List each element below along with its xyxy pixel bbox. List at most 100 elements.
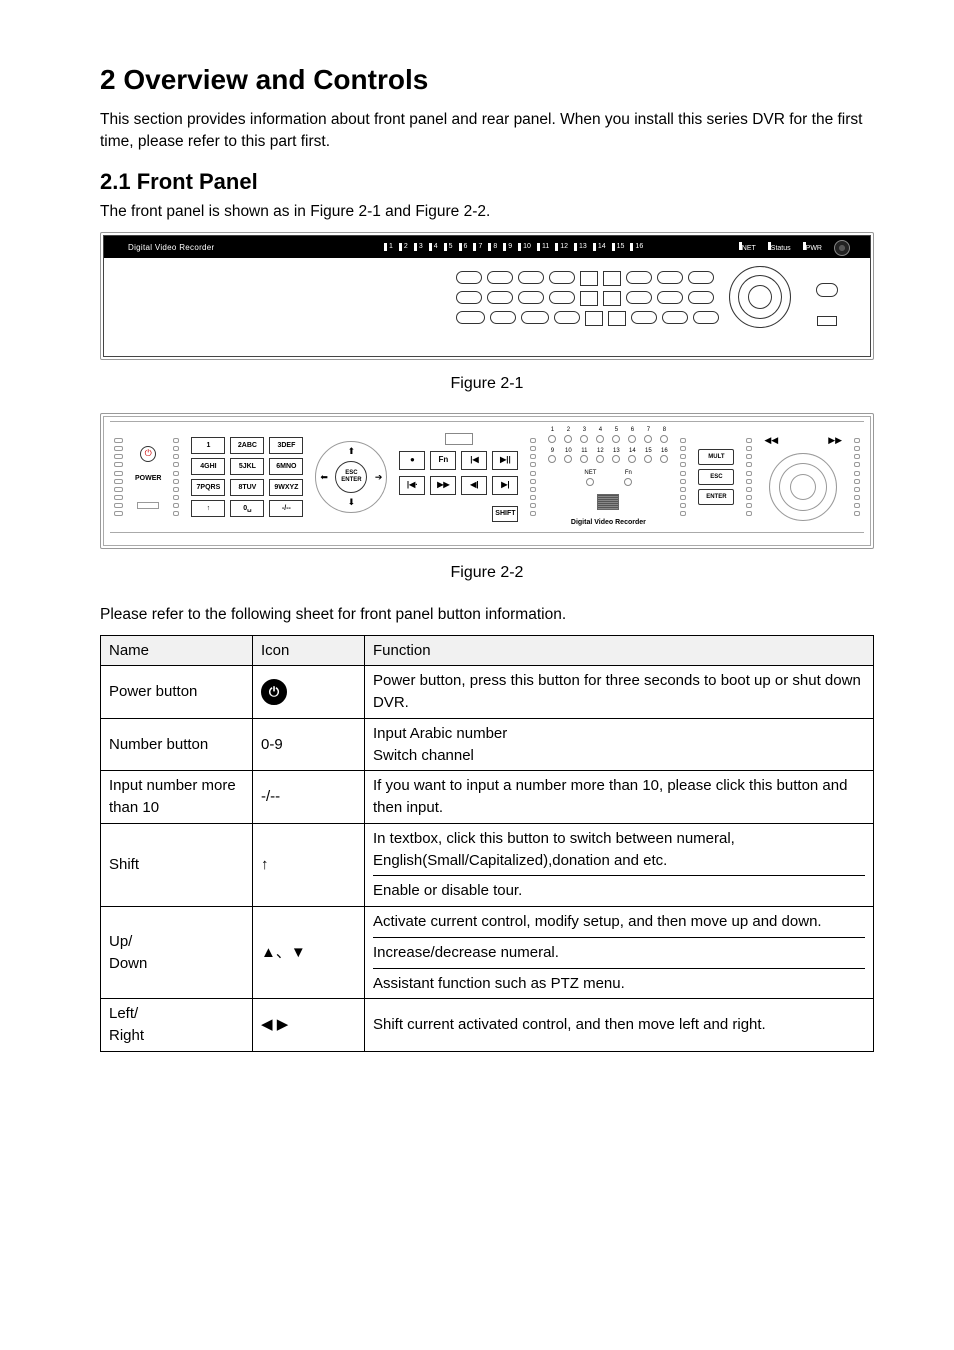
panel-button[interactable]: Esc [626,271,652,284]
channel-indicator: 13 [574,242,587,252]
vent-slots-2 [173,438,179,516]
keypad-key[interactable]: 0␣ [230,500,264,517]
panel-button[interactable]: 6MNO [518,291,544,304]
panel-button[interactable]: 9WXYZ [521,311,550,324]
led-indicator: 10 [564,447,572,464]
cell-icon: ↑ [253,823,365,906]
side-controls: ◀◀ ▶▶ ⏻ ⬌ [801,268,852,327]
panel-button[interactable]: ▶ [688,291,714,304]
playback-key[interactable]: ▶▶ [430,476,456,495]
keypad-key[interactable]: -/-- [269,500,303,517]
jog-wheel[interactable] [729,266,791,328]
seek-back-icon: ◀◀ [764,434,778,447]
page-heading-2: 2.1 Front Panel [100,166,874,198]
keypad-key[interactable]: 6MNO [269,458,303,475]
keypad-key[interactable]: 4GHI [191,458,225,475]
playback-key[interactable]: Fn [430,451,456,470]
cell-name: Power button [101,666,253,719]
ir-window [445,433,473,445]
keypad-key[interactable]: 7PQRS [191,479,225,496]
panel-button[interactable]: 7PQRS [456,311,484,324]
panel-button[interactable]: Rec [662,311,688,324]
fan-icon [834,240,850,256]
panel-button[interactable]: 0 [549,291,575,304]
usb-port[interactable]: ⬌ [817,301,837,326]
keypad-key[interactable]: 9WXYZ [269,479,303,496]
table-row: Input number more than 10-/--If you want… [101,771,874,824]
led-indicator: 11 [580,447,588,464]
keypad-key[interactable]: ↑ [191,500,225,517]
panel-button[interactable]: ▼ [657,291,683,304]
led-indicator: 8 [660,426,668,443]
col-function: Function [365,635,874,666]
channel-indicator: 11 [537,242,549,252]
side-button[interactable]: ENTER [698,489,734,505]
side-button[interactable]: MULT [698,449,734,465]
cell-function: If you want to input a number more than … [365,771,874,824]
panel-button[interactable]: 8TUV [490,311,516,324]
cell-icon: ◀ ▶ [253,999,365,1052]
table-intro: Please refer to the following sheet for … [100,604,874,626]
status-indicator: Status [768,242,791,254]
status-indicator: NET [739,242,756,254]
channel-indicator: 10 [518,242,531,252]
led-indicator: 12 [596,447,604,464]
panel-button[interactable]: 3DEF [518,271,544,284]
playback-key[interactable]: |◀· [399,476,425,495]
led-indicator: 3 [580,426,588,443]
power-button[interactable]: ⏻ [816,283,838,297]
numeric-keypad: 1 2ABC 3DEF 4GHI 5JKL 6MNO 7PQRS 8TUV 9WXYZ ↑ 0␣ -/… [191,437,303,517]
power-button[interactable]: ⏻ [140,446,156,462]
led-indicator: 13 [612,447,620,464]
channel-indicator: 16 [630,242,643,252]
panel-button[interactable]: ▶ [603,271,621,286]
playback-key[interactable]: ▶| [492,476,518,495]
cell-name: Left/ Right [101,999,253,1052]
panel-button[interactable]: ↑ [549,271,575,284]
panel-button[interactable]: |▶ [608,311,626,326]
status-indicator: PWR [803,242,822,254]
slot [137,502,159,509]
keypad-key[interactable]: 3DEF [269,437,303,454]
esc-label: ESC [345,470,357,477]
panel-button[interactable]: 1 [456,271,482,284]
page-heading-1: 2 Overview and Controls [100,60,874,101]
panel-button[interactable]: ▶ [580,271,598,286]
panel-intro: The front panel is shown as in Figure 2-… [100,201,874,223]
panel-button[interactable]: 5JKL [487,291,513,304]
direction-ring[interactable]: ⬆ ⬇ ⬅ ➔ ESC ENTER [315,441,387,513]
panel-button[interactable]: Enter [688,271,714,284]
panel-button[interactable]: ◀ [626,291,652,304]
keypad-key[interactable]: 8TUV [230,479,264,496]
panel-button[interactable]: |◀ [580,291,598,306]
panel-button[interactable]: Multi [693,311,719,324]
panel-button[interactable]: ◀| [585,311,603,326]
enter-button[interactable]: ESC ENTER [335,461,367,493]
jog-wheel[interactable] [769,453,837,521]
power-icon: ⏻ [261,679,287,705]
panel-button[interactable]: Fn [631,311,657,324]
playback-key[interactable]: ◀| [461,476,487,495]
playback-key[interactable]: |◀ [461,451,487,470]
playback-row-1: ● Fn |◀ ▶|| [399,451,518,470]
shift-key[interactable]: SHIFT [492,506,518,522]
table-row: Up/ Down▲、▼Activate current control, mod… [101,907,874,999]
intro-paragraph: This section provides information about … [100,109,874,154]
panel-button[interactable]: ▲ [657,271,683,284]
side-button[interactable]: ESC [698,469,734,485]
panel-body: 1 2ABC 3DEF ↑ ▶ ▶ Esc ▲ Enter 4GHI 5JKL 6MNO 0 |◀ ▶| ◀ ▼… [104,258,870,356]
playback-key[interactable]: ● [399,451,425,470]
keypad-key[interactable]: 2ABC [230,437,264,454]
cell-name: Input number more than 10 [101,771,253,824]
playback-key[interactable]: ▶|| [492,451,518,470]
front-panel-diagram-2: ⏻ POWER 12ABC3DEF4GHI5JKL6MNO7PQRS8TUV9W… [103,416,871,546]
panel-button[interactable]: 4GHI [456,291,482,304]
keypad-key[interactable]: 1 [191,437,225,454]
panel-button[interactable]: 2ABC [487,271,513,284]
arrow-up-icon: ⬆ [348,445,356,458]
keypad-key[interactable]: 5JKL [230,458,264,475]
led-indicator: 4 [596,426,604,443]
led-indicator: 14 [628,447,636,464]
panel-button[interactable]: ▶| [603,291,621,306]
panel-button[interactable]: -/-- [554,311,580,324]
